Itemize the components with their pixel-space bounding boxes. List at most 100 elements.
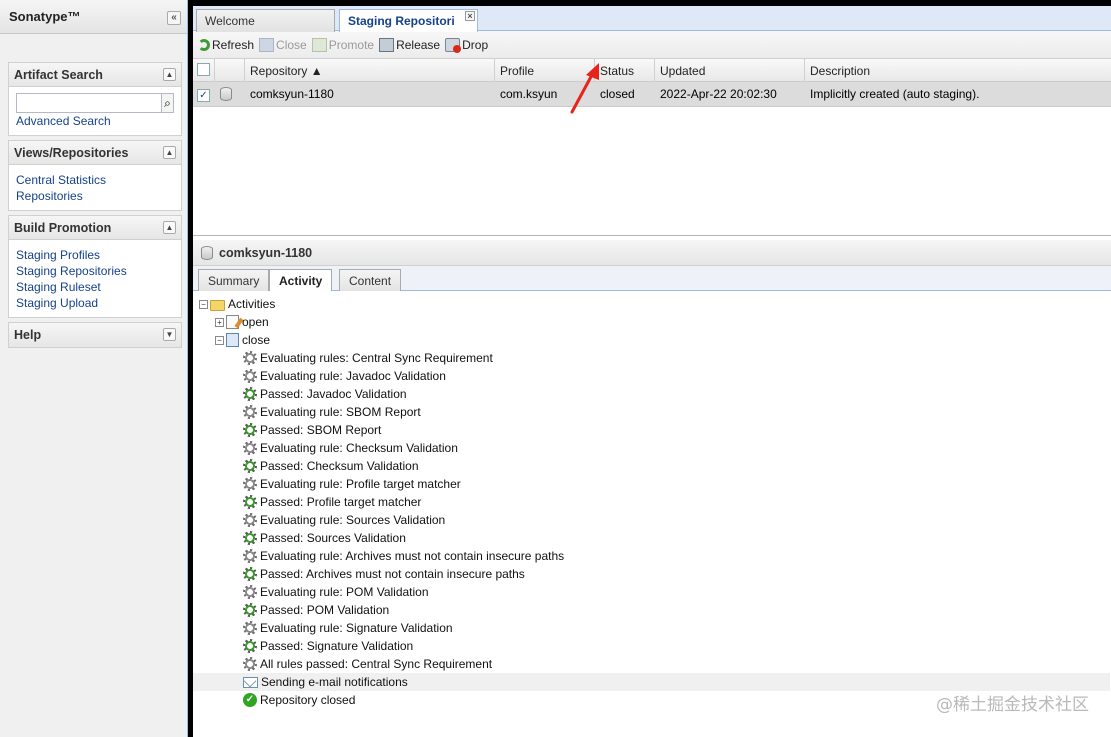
cell-repository: comksyun-1180 bbox=[250, 87, 334, 101]
artifact-search-input[interactable] bbox=[16, 93, 162, 113]
central-statistics-link[interactable]: Central Statistics bbox=[16, 172, 174, 188]
views-repositories-header[interactable]: Views/Repositories ▲ bbox=[9, 141, 181, 165]
main-area: Welcome Staging Repositori × Refresh Clo… bbox=[193, 6, 1111, 737]
mail-icon bbox=[243, 676, 258, 688]
activity-event[interactable]: Evaluating rule: Signature Validation bbox=[199, 619, 1111, 637]
edit-document-icon bbox=[226, 315, 239, 329]
help-header[interactable]: Help ▼ bbox=[9, 323, 181, 347]
close-tab-icon[interactable]: × bbox=[465, 11, 475, 21]
tab-content[interactable]: Content bbox=[339, 269, 402, 291]
activity-event[interactable]: Passed: POM Validation bbox=[199, 601, 1111, 619]
activity-event-label: Passed: Signature Validation bbox=[260, 639, 414, 653]
gear-icon bbox=[243, 405, 257, 419]
select-all-cell[interactable] bbox=[193, 59, 215, 82]
tree-node-activities[interactable]: − Activities bbox=[199, 295, 1111, 313]
column-header-description[interactable]: Description bbox=[805, 59, 1111, 82]
activity-event[interactable]: Passed: Archives must not contain insecu… bbox=[199, 565, 1111, 583]
tree-node-open[interactable]: + open bbox=[199, 313, 1111, 331]
gear-icon bbox=[243, 549, 257, 563]
collapse-panel-icon[interactable]: ▲ bbox=[163, 146, 176, 159]
gear-icon bbox=[243, 477, 257, 491]
check-circle-icon: ✓ bbox=[243, 693, 257, 707]
collapse-toggle-icon[interactable]: − bbox=[199, 299, 208, 309]
artifact-search-panel: Artifact Search ▲ ⌕ Advanced Search bbox=[8, 62, 182, 136]
tab-staging-repositories[interactable]: Staging Repositori × bbox=[339, 9, 478, 32]
activity-event[interactable]: Evaluating rule: POM Validation bbox=[199, 583, 1111, 601]
staging-profiles-link[interactable]: Staging Profiles bbox=[16, 247, 174, 263]
activity-events: Evaluating rules: Central Sync Requireme… bbox=[193, 349, 1111, 709]
activity-event[interactable]: Passed: Profile target matcher bbox=[199, 493, 1111, 511]
staging-ruleset-link[interactable]: Staging Ruleset bbox=[16, 279, 174, 295]
staging-upload-link[interactable]: Staging Upload bbox=[16, 295, 174, 311]
tree-node-close[interactable]: − close bbox=[199, 331, 1111, 349]
activity-event-label: Evaluating rule: Profile target matcher bbox=[260, 477, 461, 491]
gear-icon bbox=[243, 369, 257, 383]
activity-event-label: Evaluating rule: POM Validation bbox=[260, 585, 429, 599]
table-row[interactable]: ✓ comksyun-1180 com.ksyun closed 2022-Ap… bbox=[193, 82, 1111, 107]
panel-title: Views/Repositories bbox=[14, 145, 129, 160]
expand-panel-icon[interactable]: ▼ bbox=[163, 328, 176, 341]
activity-event[interactable]: Evaluating rules: Central Sync Requireme… bbox=[199, 349, 1111, 367]
sidebar-body: Artifact Search ▲ ⌕ Advanced Search View… bbox=[0, 34, 187, 737]
closed-repository-icon bbox=[226, 333, 239, 347]
drop-button[interactable]: Drop bbox=[445, 37, 488, 53]
activity-event[interactable]: Passed: Sources Validation bbox=[199, 529, 1111, 547]
activity-event[interactable]: Passed: SBOM Report bbox=[199, 421, 1111, 439]
activity-event[interactable]: Passed: Checksum Validation bbox=[199, 457, 1111, 475]
column-header-repository[interactable]: Repository ▲ bbox=[245, 59, 495, 82]
repositories-link[interactable]: Repositories bbox=[16, 188, 174, 204]
build-promotion-header[interactable]: Build Promotion ▲ bbox=[9, 216, 181, 240]
activity-event[interactable]: Evaluating rule: Checksum Validation bbox=[199, 439, 1111, 457]
search-icon[interactable]: ⌕ bbox=[162, 93, 174, 113]
select-all-checkbox[interactable] bbox=[197, 63, 210, 76]
activity-event[interactable]: Evaluating rule: Profile target matcher bbox=[199, 475, 1111, 493]
tab-activity[interactable]: Activity bbox=[269, 269, 333, 291]
grid-header: Repository ▲ Profile Status Updated Desc… bbox=[193, 59, 1111, 82]
tab-welcome[interactable]: Welcome bbox=[196, 9, 335, 32]
staging-toolbar: Refresh Close Promote Release Drop bbox=[193, 31, 1111, 59]
activity-event-label: Evaluating rule: Sources Validation bbox=[260, 513, 446, 527]
tab-summary[interactable]: Summary bbox=[198, 269, 270, 291]
folder-icon bbox=[210, 299, 225, 311]
collapse-panel-icon[interactable]: ▲ bbox=[163, 221, 176, 234]
release-button[interactable]: Release bbox=[379, 37, 440, 52]
activity-event[interactable]: Sending e-mail notifications bbox=[193, 673, 1110, 691]
panel-title: Artifact Search bbox=[14, 67, 103, 82]
cell-updated: 2022-Apr-22 20:02:30 bbox=[660, 87, 777, 101]
activity-event-label: Passed: Archives must not contain insecu… bbox=[260, 567, 525, 581]
refresh-button[interactable]: Refresh bbox=[198, 38, 254, 52]
row-select-cell[interactable]: ✓ bbox=[193, 82, 215, 106]
row-checkbox[interactable]: ✓ bbox=[197, 89, 210, 102]
tree-node-label: open bbox=[242, 315, 269, 329]
detail-tab-bar: Summary Activity Content bbox=[193, 266, 1111, 291]
collapse-panel-icon[interactable]: ▲ bbox=[163, 68, 176, 81]
activity-event-label: Evaluating rule: Checksum Validation bbox=[260, 441, 458, 455]
activity-event[interactable]: Evaluating rule: Javadoc Validation bbox=[199, 367, 1111, 385]
expand-toggle-icon[interactable]: + bbox=[215, 317, 224, 327]
cell-description: Implicitly created (auto staging). bbox=[810, 87, 980, 101]
activity-event[interactable]: All rules passed: Central Sync Requireme… bbox=[199, 655, 1111, 673]
close-button[interactable]: Close bbox=[259, 37, 307, 52]
tab-label: Staging Repositori bbox=[348, 14, 455, 28]
gear-icon bbox=[243, 441, 257, 455]
detail-panel-header: comksyun-1180 bbox=[193, 240, 1111, 266]
activity-event-label: All rules passed: Central Sync Requireme… bbox=[260, 657, 493, 671]
detail-title: comksyun-1180 bbox=[219, 245, 313, 260]
column-header-updated[interactable]: Updated bbox=[655, 59, 805, 82]
collapse-sidebar-button[interactable]: « bbox=[167, 11, 181, 25]
staging-repositories-link[interactable]: Staging Repositories bbox=[16, 263, 174, 279]
activity-event[interactable]: Evaluating rule: Archives must not conta… bbox=[199, 547, 1111, 565]
artifact-search-header[interactable]: Artifact Search ▲ bbox=[9, 63, 181, 87]
activity-event-label: Evaluating rule: SBOM Report bbox=[260, 405, 421, 419]
gear-pass-icon bbox=[243, 531, 257, 545]
activity-event-label: Evaluating rules: Central Sync Requireme… bbox=[260, 351, 493, 365]
activity-event[interactable]: Evaluating rule: SBOM Report bbox=[199, 403, 1111, 421]
promote-button[interactable]: Promote bbox=[311, 37, 374, 52]
activity-event[interactable]: Passed: Javadoc Validation bbox=[199, 385, 1111, 403]
collapse-toggle-icon[interactable]: − bbox=[215, 335, 224, 345]
activity-event[interactable]: Evaluating rule: Sources Validation bbox=[199, 511, 1111, 529]
activity-event[interactable]: Passed: Signature Validation bbox=[199, 637, 1111, 655]
gear-icon bbox=[243, 513, 257, 527]
tab-label: Welcome bbox=[205, 14, 255, 28]
advanced-search-link[interactable]: Advanced Search bbox=[16, 113, 174, 129]
